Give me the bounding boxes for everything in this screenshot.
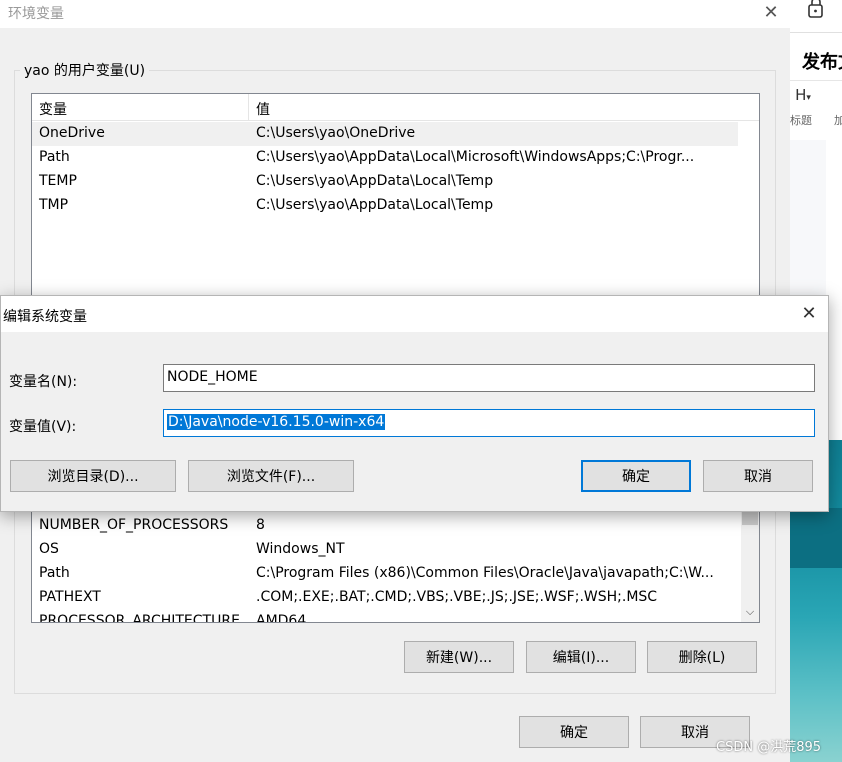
table-row[interactable]: Path C:\Program Files (x86)\Common Files… — [32, 562, 738, 586]
variable-value: C:\Users\yao\AppData\Local\Microsoft\Win… — [256, 149, 695, 165]
table-row[interactable]: PATHEXT .COM;.EXE;.BAT;.CMD;.VBS;.VBE;.J… — [32, 586, 738, 610]
delete-variable-button[interactable]: 删除(L) — [647, 641, 757, 673]
edit-variable-button[interactable]: 编辑(I)... — [526, 641, 636, 673]
browse-file-button[interactable]: 浏览文件(F)... — [188, 460, 354, 492]
table-row[interactable]: Path C:\Users\yao\AppData\Local\Microsof… — [32, 146, 738, 170]
variable-name-label: 变量名(N): — [9, 374, 78, 390]
column-header-variable[interactable]: 变量 — [39, 99, 67, 119]
table-row[interactable]: PROCESSOR_ARCHITECTURE AMD64 — [32, 610, 738, 623]
variable-value: C:\Users\yao\AppData\Local\Temp — [256, 197, 494, 213]
variable-value-text: D:\Java\node-v16.15.0-win-x64 — [167, 414, 386, 430]
heading-tool-label: 标题 — [790, 114, 812, 127]
variable-name-input[interactable]: NODE_HOME — [163, 364, 815, 392]
variable-value: AMD64 — [256, 613, 307, 623]
variable-name: PROCESSOR_ARCHITECTURE — [39, 613, 240, 623]
user-variables-group-label: yao 的用户变量(U) — [20, 60, 150, 80]
new-variable-button[interactable]: 新建(W)... — [404, 641, 514, 673]
variable-value: 8 — [256, 517, 265, 533]
divider — [790, 80, 842, 81]
ok-button[interactable]: 确定 — [519, 716, 629, 748]
user-variables-list[interactable]: 变量 值 OneDrive C:\Users\yao\OneDrive Path… — [31, 93, 760, 305]
edit-system-variable-dialog: 编辑系统变量 ✕ 变量名(N): NODE_HOME 变量值(V): D:\Ja… — [0, 295, 829, 512]
table-row[interactable]: OneDrive C:\Users\yao\OneDrive — [32, 122, 738, 146]
dialog-title: 编辑系统变量 — [3, 309, 87, 325]
table-row[interactable]: TMP C:\Users\yao\AppData\Local\Temp — [32, 194, 738, 218]
variable-value: C:\Program Files (x86)\Common Files\Orac… — [256, 565, 714, 581]
heading-tool-button[interactable]: H▾ — [790, 86, 816, 104]
dialog-title: 环境变量 — [8, 6, 64, 22]
heading-icon: H — [795, 86, 807, 104]
vertical-scrollbar[interactable]: ⌵ — [741, 505, 759, 622]
dialog-titlebar: 环境变量 ✕ — [0, 0, 790, 28]
chevron-down-icon[interactable]: ⌵ — [741, 604, 759, 620]
close-icon[interactable]: ✕ — [760, 2, 782, 24]
variable-name: TEMP — [39, 173, 77, 189]
lock-icon — [804, 0, 828, 20]
column-header-value[interactable]: 值 — [256, 99, 270, 119]
add-tool-label: 加 — [834, 114, 842, 127]
table-row[interactable]: OS Windows_NT — [32, 538, 738, 562]
variable-name: PATHEXT — [39, 589, 101, 605]
desktop-wallpaper-band — [790, 508, 842, 568]
browse-directory-button[interactable]: 浏览目录(D)... — [10, 460, 176, 492]
system-variables-list[interactable]: NUMBER_OF_PROCESSORS 8 OS Windows_NT Pat… — [31, 505, 760, 623]
variable-value: Windows_NT — [256, 541, 345, 557]
chevron-down-icon: ▾ — [806, 93, 811, 103]
variable-value-input[interactable]: D:\Java\node-v16.15.0-win-x64 — [163, 409, 815, 437]
variable-value: C:\Users\yao\AppData\Local\Temp — [256, 173, 494, 189]
dialog-titlebar: 编辑系统变量 ✕ — [1, 296, 828, 332]
variable-name-text: NODE_HOME — [167, 369, 258, 385]
variable-value: C:\Users\yao\OneDrive — [256, 125, 416, 141]
scrollbar-thumb[interactable] — [742, 511, 758, 525]
variable-name: Path — [39, 149, 70, 165]
variable-name: OneDrive — [39, 125, 105, 141]
divider — [790, 32, 842, 33]
publish-article-title: 发布文 — [802, 52, 842, 73]
ok-button[interactable]: 确定 — [581, 460, 691, 492]
watermark-text: CSDN @洪荒895 — [716, 740, 822, 755]
cancel-button[interactable]: 取消 — [703, 460, 813, 492]
variable-value-label: 变量值(V): — [9, 419, 77, 435]
column-divider[interactable] — [248, 94, 249, 120]
variable-name: OS — [39, 541, 59, 557]
list-header: 变量 值 — [32, 94, 759, 121]
variable-value: .COM;.EXE;.BAT;.CMD;.VBS;.VBE;.JS;.JSE;.… — [256, 589, 658, 605]
variable-name: Path — [39, 565, 70, 581]
table-row[interactable]: TEMP C:\Users\yao\AppData\Local\Temp — [32, 170, 738, 194]
table-row[interactable]: NUMBER_OF_PROCESSORS 8 — [32, 514, 738, 538]
variable-name: NUMBER_OF_PROCESSORS — [39, 517, 229, 533]
variable-name: TMP — [39, 197, 69, 213]
close-icon[interactable]: ✕ — [797, 302, 821, 326]
